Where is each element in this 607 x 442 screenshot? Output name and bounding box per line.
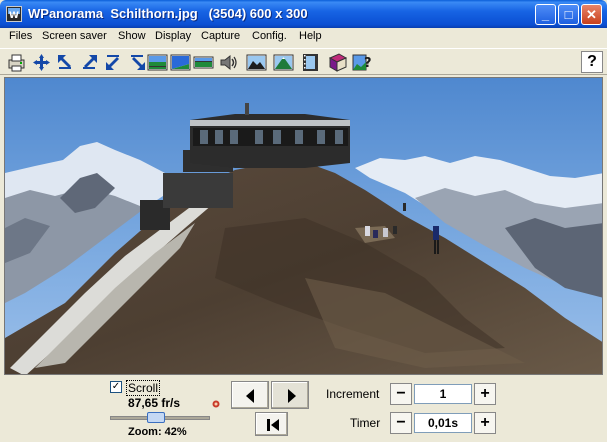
control-panel: ✓ Scroll 87,65 fr/s Zoom: 42% Increment … <box>0 375 607 442</box>
move-up-right-icon[interactable] <box>79 52 100 73</box>
close-button[interactable]: ✕ <box>581 4 602 25</box>
menu-show[interactable]: Show <box>118 30 146 42</box>
increment-label: Increment <box>326 387 380 401</box>
window-title: WPanorama Schilthorn.jpg (3504) 600 x 30… <box>28 6 308 21</box>
app-icon[interactable]: W <box>6 6 22 22</box>
rate-indicator-icon <box>212 400 220 408</box>
picture-help-icon[interactable]: ? <box>351 52 372 73</box>
menu-display[interactable]: Display <box>155 30 191 42</box>
increment-minus-button[interactable]: − <box>390 383 412 405</box>
help-button[interactable]: ? <box>581 51 603 73</box>
timer-label: Timer <box>350 416 381 430</box>
menu-screen-saver[interactable]: Screen saver <box>42 30 107 42</box>
timer-field[interactable]: 0,01s <box>414 413 472 433</box>
svg-text:?: ? <box>364 56 372 71</box>
minimize-button[interactable]: _ <box>535 4 556 25</box>
rewind-button[interactable] <box>255 412 288 436</box>
scroll-right-button[interactable] <box>271 381 309 409</box>
timer-minus-button[interactable]: − <box>390 412 412 434</box>
sound-icon[interactable] <box>218 52 239 73</box>
print-icon[interactable] <box>6 52 27 73</box>
panorama-full-icon[interactable] <box>147 52 168 73</box>
panorama-top-icon[interactable] <box>170 52 191 73</box>
frame-rate-readout: 87,65 fr/s <box>128 396 181 410</box>
move-down-left-icon[interactable] <box>103 52 124 73</box>
landscape-icon[interactable] <box>246 52 267 73</box>
menu-bar: Files Screen saver Show Display Capture … <box>0 28 607 47</box>
move-up-left-icon[interactable] <box>55 52 76 73</box>
panorama-image[interactable] <box>5 78 603 375</box>
menu-capture[interactable]: Capture <box>201 30 240 42</box>
speed-slider-thumb[interactable] <box>146 412 165 423</box>
book-icon[interactable] <box>327 52 348 73</box>
zoom-readout: Zoom: 42% <box>128 426 187 438</box>
title-bar[interactable]: W WPanorama Schilthorn.jpg (3504) 600 x … <box>0 0 607 28</box>
film-icon[interactable] <box>300 52 321 73</box>
panorama-strip-icon[interactable] <box>193 52 214 73</box>
scroll-label[interactable]: Scroll <box>126 380 161 396</box>
mountain-icon[interactable] <box>273 52 294 73</box>
timer-plus-button[interactable]: + <box>474 412 496 434</box>
menu-config[interactable]: Config. <box>252 30 287 42</box>
menu-help[interactable]: Help <box>299 30 322 42</box>
fit-all-icon[interactable] <box>31 52 52 73</box>
maximize-button[interactable]: □ <box>558 4 579 25</box>
move-down-right-icon[interactable] <box>127 52 148 73</box>
scroll-left-button[interactable] <box>231 381 269 409</box>
increment-plus-button[interactable]: + <box>474 383 496 405</box>
menu-files[interactable]: Files <box>9 30 32 42</box>
toolbar: ? ? <box>0 48 607 75</box>
increment-field[interactable]: 1 <box>414 384 472 404</box>
scroll-checkbox[interactable]: ✓ <box>110 381 122 393</box>
panorama-viewport[interactable] <box>4 77 603 375</box>
